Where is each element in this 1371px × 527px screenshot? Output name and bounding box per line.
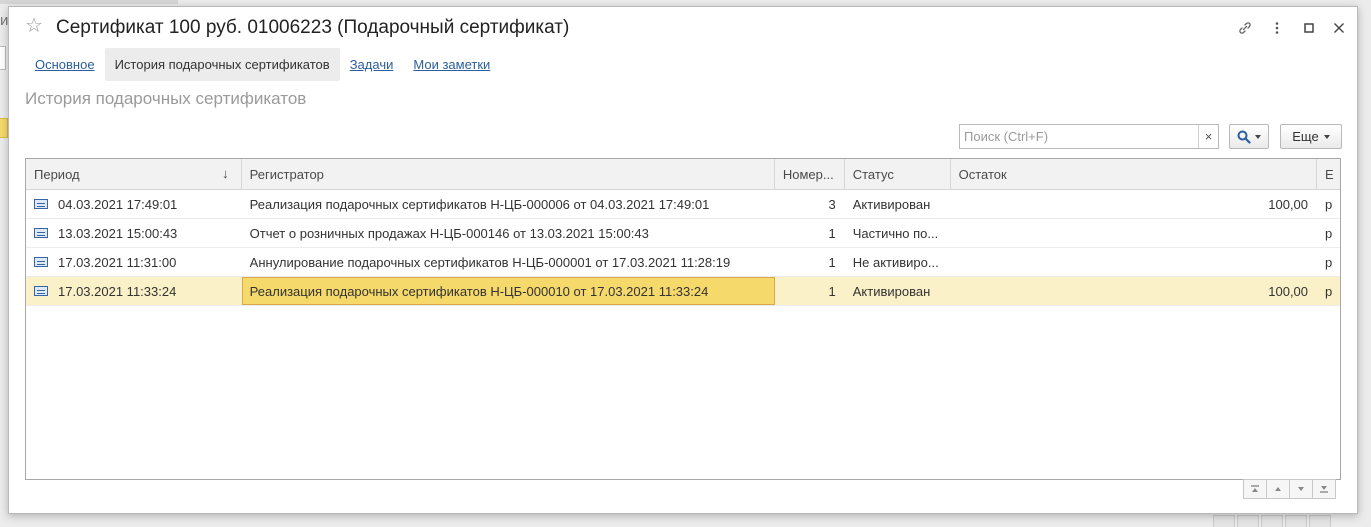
tab-certificate-history[interactable]: История подарочных сертификатов — [104, 48, 340, 81]
search-clear-button[interactable]: × — [1198, 125, 1218, 148]
search-input[interactable] — [960, 125, 1196, 148]
favorite-star-icon[interactable]: ☆ — [25, 16, 43, 36]
background-app-text: ин — [0, 12, 8, 29]
certificate-window: ☆ Сертификат 100 руб. 01006223 (Подарочн… — [8, 6, 1358, 514]
page-down-button[interactable] — [1289, 479, 1313, 499]
scroll-to-top-button[interactable] — [1243, 479, 1267, 499]
section-title: История подарочных сертификатов — [25, 89, 307, 108]
column-header-period[interactable]: Период ↓ — [26, 159, 242, 189]
period-cell: 04.03.2021 17:49:01 — [26, 190, 242, 218]
period-cell: 17.03.2021 11:33:24 — [26, 277, 242, 305]
form-tabs: Основное История подарочных сертификатов… — [25, 48, 500, 81]
search-box: × — [959, 124, 1219, 149]
registrar-cell[interactable]: Реализация подарочных сертификатов Н-ЦБ-… — [241, 277, 775, 305]
chevron-down-icon — [1323, 134, 1330, 139]
extra-cell: р — [1325, 196, 1333, 212]
number-cell: 1 — [828, 254, 836, 270]
column-header-number[interactable]: Номер... — [775, 159, 845, 189]
scroll-to-bottom-icon — [1320, 486, 1328, 493]
rest-cell: 100,00 — [1268, 196, 1309, 212]
chevron-down-icon — [1298, 487, 1304, 491]
close-icon[interactable] — [1329, 18, 1349, 38]
table-row[interactable]: 17.03.2021 11:31:00 Аннулирование подаро… — [26, 248, 1340, 277]
link-icon[interactable] — [1235, 18, 1255, 38]
background-app-highlight — [0, 118, 8, 138]
more-actions-button[interactable]: Еще — [1280, 124, 1342, 149]
search-icon — [1237, 130, 1251, 144]
number-cell: 1 — [828, 283, 836, 299]
tab-tasks[interactable]: Задачи — [340, 48, 404, 81]
register-record-icon — [34, 257, 48, 267]
rest-cell: 100,00 — [1268, 283, 1309, 299]
background-app-strip — [0, 0, 178, 4]
column-header-registrar[interactable]: Регистратор — [242, 159, 775, 189]
number-cell: 1 — [828, 225, 836, 241]
number-cell: 3 — [828, 196, 836, 212]
search-button[interactable] — [1229, 124, 1269, 149]
column-header-rest[interactable]: Остаток — [951, 159, 1318, 189]
period-cell: 17.03.2021 11:31:00 — [26, 248, 242, 276]
maximize-icon[interactable] — [1299, 18, 1319, 38]
extra-cell: р — [1325, 283, 1333, 299]
background-app-field — [0, 46, 6, 70]
scroll-to-bottom-button[interactable] — [1312, 479, 1336, 499]
chevron-down-icon — [1255, 134, 1261, 139]
register-record-icon — [34, 199, 48, 209]
table-header: Период ↓ Регистратор Номер... Статус Ост… — [26, 159, 1340, 190]
column-header-status[interactable]: Статус — [845, 159, 951, 189]
status-cell: Частично по... — [852, 225, 939, 241]
extra-cell: р — [1325, 225, 1333, 241]
rest-cell — [951, 248, 1317, 276]
table-row[interactable]: 13.03.2021 15:00:43 Отчет о розничных пр… — [26, 219, 1340, 248]
tab-main[interactable]: Основное — [25, 48, 105, 81]
rest-cell — [951, 219, 1317, 247]
window-title: Сертификат 100 руб. 01006223 (Подарочный… — [56, 17, 570, 38]
table-row-selected[interactable]: 17.03.2021 11:33:24 Реализация подарочны… — [26, 277, 1340, 306]
chevron-up-icon — [1275, 487, 1281, 491]
more-vertical-icon[interactable] — [1267, 18, 1287, 38]
period-cell: 13.03.2021 15:00:43 — [26, 219, 242, 247]
tab-my-notes[interactable]: Мои заметки — [403, 48, 500, 81]
table-row[interactable]: 04.03.2021 17:49:01 Реализация подарочны… — [26, 190, 1340, 219]
registrar-cell[interactable]: Отчет о розничных продажах Н-ЦБ-000146 о… — [242, 219, 775, 247]
status-cell: Активирован — [852, 196, 931, 212]
more-actions-label: Еще — [1292, 129, 1319, 144]
register-record-icon — [34, 286, 48, 296]
column-header-extra[interactable]: Е — [1317, 159, 1340, 189]
sort-arrow-icon: ↓ — [222, 166, 229, 181]
registrar-cell[interactable]: Реализация подарочных сертификатов Н-ЦБ-… — [242, 190, 775, 218]
scroll-to-top-icon — [1251, 485, 1259, 492]
history-table: Период ↓ Регистратор Номер... Статус Ост… — [25, 158, 1341, 480]
registrar-cell[interactable]: Аннулирование подарочных сертификатов Н-… — [242, 248, 775, 276]
register-record-icon — [34, 228, 48, 238]
background-app-nav — [1213, 515, 1331, 527]
window-titlebar: ☆ Сертификат 100 руб. 01006223 (Подарочн… — [9, 7, 1357, 49]
extra-cell: р — [1325, 254, 1333, 270]
page-up-button[interactable] — [1266, 479, 1290, 499]
status-cell: Не активиро... — [852, 254, 939, 270]
table-navigation — [1243, 479, 1336, 499]
status-cell: Активирован — [852, 283, 931, 299]
